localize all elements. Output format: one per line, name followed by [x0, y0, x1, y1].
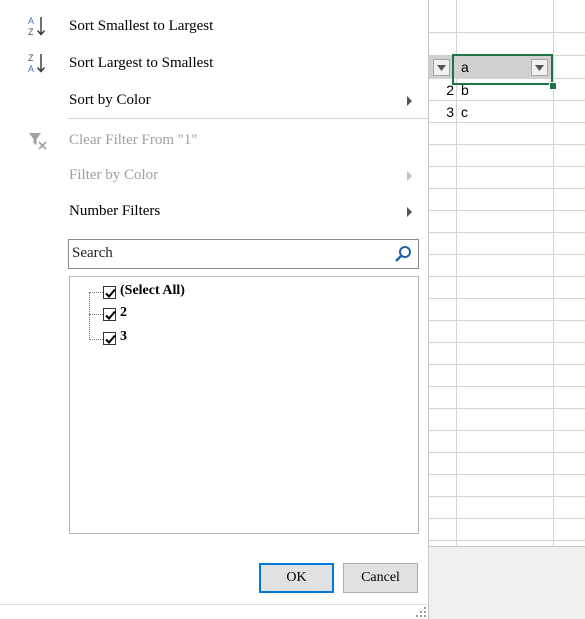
sort-ascending-icon: A Z	[28, 16, 46, 37]
number-filters-label: Number Filters	[69, 203, 161, 219]
grid-line	[429, 166, 585, 167]
grid-line	[429, 386, 585, 387]
sort-by-color-label: Sort by Color	[69, 92, 151, 108]
submenu-arrow-icon	[407, 96, 412, 106]
grid-line	[429, 518, 585, 519]
grid-line	[429, 430, 585, 431]
grid-line	[429, 342, 585, 343]
grid-line	[429, 210, 585, 211]
list-item-label: 3	[120, 329, 127, 344]
search-icon[interactable]	[394, 245, 412, 263]
checkmark-icon	[105, 310, 116, 320]
grid-line	[429, 364, 585, 365]
tree-connector	[89, 292, 103, 293]
grid-line	[429, 276, 585, 277]
sheet-bottom-area	[429, 589, 585, 619]
sort-descending-item[interactable]: Z A Sort Largest to Smallest	[0, 49, 428, 79]
cell-row2-num[interactable]: 2	[438, 79, 454, 101]
tree-connector	[89, 292, 90, 340]
cancel-button[interactable]: Cancel	[343, 563, 418, 593]
sort-by-color-item[interactable]: Sort by Color	[0, 86, 428, 116]
checkbox-select-all[interactable]	[103, 286, 116, 299]
grid-line	[429, 408, 585, 409]
resize-grip-icon[interactable]	[415, 606, 427, 618]
autofilter-dropdown: A Z Sort Smallest to Largest Z A Sort La…	[0, 0, 429, 619]
sort-descending-icon: Z A	[28, 53, 46, 74]
grid-line	[429, 188, 585, 189]
search-input[interactable]: Search	[72, 245, 113, 262]
checkmark-icon	[105, 288, 116, 298]
grid-line	[429, 232, 585, 233]
svg-text:A: A	[28, 16, 34, 26]
submenu-arrow-icon	[407, 207, 412, 217]
grid-line	[429, 254, 585, 255]
clear-filter-label: Clear Filter From "1"	[69, 132, 198, 148]
ok-button[interactable]: OK	[259, 563, 334, 593]
grid-line	[429, 144, 585, 145]
filter-by-color-item[interactable]: Filter by Color	[0, 161, 428, 191]
grid-line	[429, 320, 585, 321]
grid-line	[429, 540, 585, 541]
sheet-footer	[429, 546, 585, 590]
chevron-down-icon	[437, 65, 446, 71]
panel-bottom-divider	[0, 604, 428, 605]
cell-row3-text[interactable]: c	[461, 101, 468, 123]
list-item-label: (Select All)	[120, 283, 185, 298]
grid-line	[429, 32, 585, 33]
submenu-arrow-icon	[407, 171, 412, 181]
checkmark-icon	[105, 334, 116, 344]
grid-line	[429, 298, 585, 299]
list-item-label: 2	[120, 305, 127, 320]
grid-line	[429, 496, 585, 497]
menu-separator	[68, 118, 428, 119]
grid-line	[429, 474, 585, 475]
checkbox-value-3[interactable]	[103, 332, 116, 345]
filter-by-color-label: Filter by Color	[69, 167, 159, 183]
svg-text:Z: Z	[28, 27, 34, 37]
search-box[interactable]: Search	[68, 239, 419, 269]
clear-filter-item[interactable]: Clear Filter From "1"	[0, 126, 428, 156]
checkbox-value-2[interactable]	[103, 308, 116, 321]
sort-ascending-item[interactable]: A Z Sort Smallest to Largest	[0, 12, 428, 42]
sort-ascending-label: Sort Smallest to Largest	[69, 18, 214, 34]
svg-text:A: A	[28, 64, 34, 74]
tree-connector	[89, 314, 103, 315]
cell-row2-text[interactable]: b	[461, 79, 469, 101]
number-filters-item[interactable]: Number Filters	[0, 197, 428, 227]
filter-dropdown-button-col1[interactable]	[433, 59, 450, 76]
svg-text:Z: Z	[28, 53, 34, 63]
sort-descending-label: Sort Largest to Smallest	[69, 55, 214, 71]
clear-filter-icon	[29, 133, 47, 150]
cell-row3-num[interactable]: 3	[438, 101, 454, 123]
fill-handle[interactable]	[549, 82, 557, 90]
grid-line	[429, 452, 585, 453]
tree-connector	[89, 339, 103, 340]
